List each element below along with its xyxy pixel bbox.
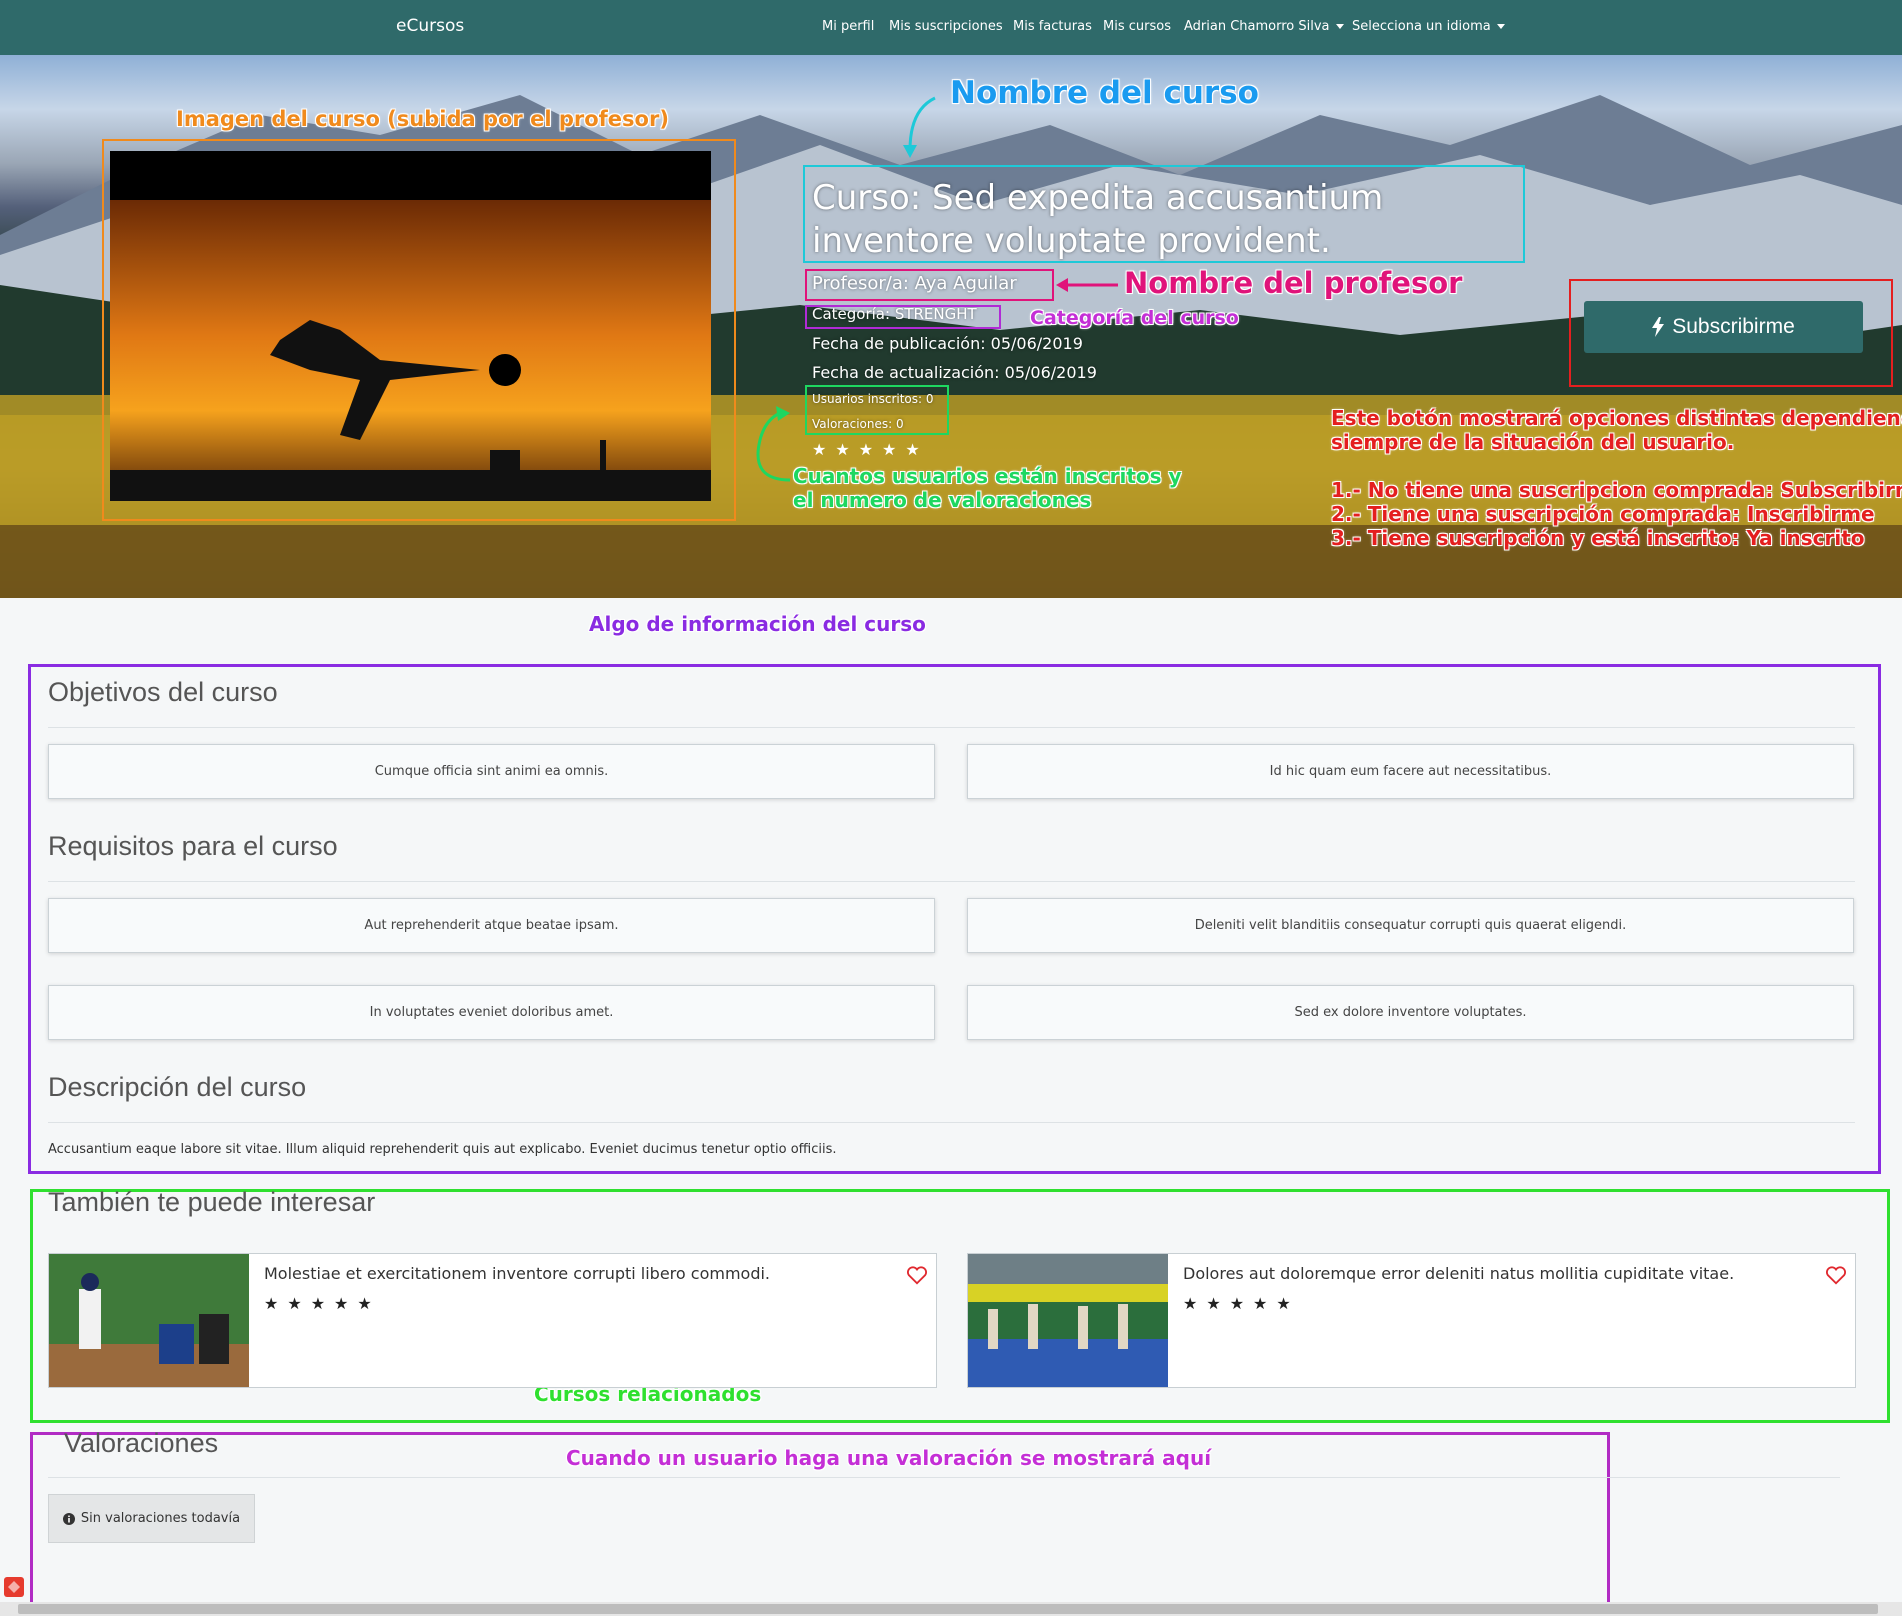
divider <box>48 1477 1840 1478</box>
no-ratings-alert: Sin valoraciones todavía <box>48 1494 255 1543</box>
objective-item: Id hic quam eum facere aut necessitatibu… <box>967 744 1854 799</box>
requirement-item: Aut reprehenderit atque beatae ipsam. <box>48 898 935 953</box>
ratings-heading: Valoraciones <box>64 1428 219 1458</box>
divider <box>48 727 1855 728</box>
objective-item: Cumque officia sint animi ea omnis. <box>48 744 935 799</box>
annotation-category: Categoría del curso <box>1030 307 1239 329</box>
annotation-button-line1: Este botón mostrará opciones distintas d… <box>1331 406 1902 430</box>
annotation-course-name: Nombre del curso <box>950 75 1259 111</box>
description-heading: Descripción del curso <box>48 1072 307 1102</box>
related-course-card[interactable]: Dolores aut doloremque error deleniti na… <box>967 1253 1856 1388</box>
annotation-button-opt2: 2.- Tiene una suscripción comprada: Insc… <box>1331 502 1875 526</box>
divider <box>48 881 1855 882</box>
scrollbar-thumb[interactable] <box>18 1604 1878 1614</box>
requirement-item: In voluptates eveniet doloribus amet. <box>48 985 935 1040</box>
annotation-counts-line2: el numero de valoraciones <box>793 488 1092 512</box>
objectives-heading: Objetivos del curso <box>48 677 278 707</box>
heart-icon[interactable] <box>1825 1264 1847 1286</box>
related-course-title[interactable]: Dolores aut doloremque error deleniti na… <box>1183 1264 1734 1283</box>
annotation-ratings: Cuando un usuario haga una valoración se… <box>566 1446 1212 1470</box>
related-course-stars: ★★★★★ <box>1183 1294 1300 1313</box>
related-heading: También te puede interesar <box>48 1187 376 1217</box>
related-course-image <box>968 1254 1168 1387</box>
course-description: Accusantium eaque labore sit vitae. Illu… <box>48 1142 837 1157</box>
divider <box>48 1122 1855 1123</box>
info-icon <box>62 1512 75 1525</box>
annotation-button-opt3: 3.- Tiene suscripción y está inscrito: Y… <box>1331 526 1865 550</box>
annotation-teacher: Nombre del profesor <box>1124 266 1463 300</box>
related-course-stars: ★★★★★ <box>264 1294 381 1313</box>
annotation-image: Imagen del curso (subida por el profesor… <box>176 107 669 131</box>
annotation-counts-line1: Cuantos usuarios están inscritos y <box>793 464 1182 488</box>
app-badge-icon[interactable] <box>4 1577 24 1597</box>
related-course-card[interactable]: Molestiae et exercitationem inventore co… <box>48 1253 937 1388</box>
requirements-heading: Requisitos para el curso <box>48 831 338 861</box>
heart-icon[interactable] <box>906 1264 928 1286</box>
related-course-image <box>49 1254 249 1387</box>
annotation-button-line2: siempre de la situación del usuario. <box>1331 430 1735 454</box>
related-course-title[interactable]: Molestiae et exercitationem inventore co… <box>264 1264 770 1283</box>
requirement-item: Deleniti velit blanditiis consequatur co… <box>967 898 1854 953</box>
annotation-info: Algo de información del curso <box>589 612 926 636</box>
annotation-button-opt1: 1.- No tiene una suscripcion comprada: S… <box>1331 478 1902 502</box>
no-ratings-label: Sin valoraciones todavía <box>80 1511 241 1526</box>
requirement-item: Sed ex dolore inventore voluptates. <box>967 985 1854 1040</box>
